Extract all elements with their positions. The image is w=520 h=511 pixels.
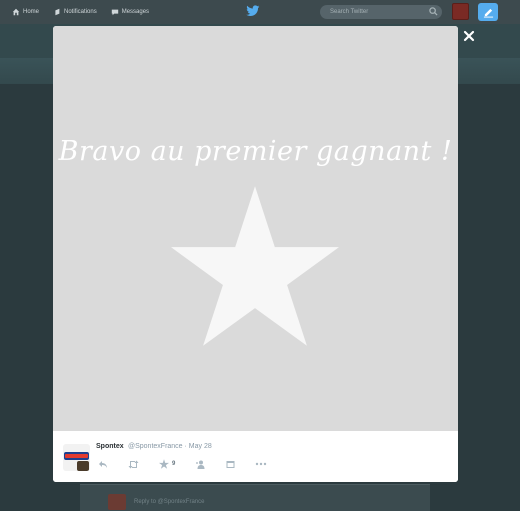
tweet-handle-date[interactable]: @SpontexFrance · May 28 <box>128 443 212 450</box>
top-navigation-bar: Home Notifications Messages Search Twitt… <box>0 0 520 24</box>
reply-icon <box>99 460 107 468</box>
nav-notifications-label: Notifications <box>64 9 97 15</box>
retweet-icon <box>128 460 139 468</box>
tweet-media-image[interactable]: Bravo au premier gagnant ! <box>53 26 458 431</box>
user-avatar[interactable] <box>452 3 469 20</box>
follow-button[interactable] <box>195 460 206 469</box>
media-modal: Bravo au premier gagnant ! Spontex @Spon… <box>53 26 458 482</box>
retweet-button[interactable] <box>128 460 139 469</box>
nav-notifications[interactable]: Notifications <box>53 0 97 24</box>
close-modal-button[interactable] <box>462 30 476 44</box>
messages-icon <box>111 9 118 16</box>
tweet-author-avatar[interactable] <box>63 444 90 471</box>
star-graphic <box>171 186 339 346</box>
background-reply-text: Reply to @SpontexFrance <box>134 499 205 505</box>
search-icon[interactable] <box>429 7 438 16</box>
twitter-bird-icon[interactable] <box>246 5 260 17</box>
background-reply-avatar <box>108 494 126 510</box>
more-button[interactable] <box>255 462 267 466</box>
more-dots-icon <box>256 462 267 466</box>
tweet-actions: 9 <box>98 459 287 469</box>
home-icon <box>12 8 20 16</box>
nav-home-label: Home <box>23 9 40 15</box>
tweet-author-name[interactable]: Spontex <box>96 443 124 450</box>
nav-messages-label: Messages <box>121 9 150 15</box>
reply-button[interactable] <box>98 460 108 469</box>
favorite-star-icon <box>159 459 169 469</box>
nav-messages[interactable]: Messages <box>111 0 149 24</box>
embed-button[interactable] <box>226 460 235 469</box>
search-input[interactable]: Search Twitter <box>320 5 442 19</box>
nav-home[interactable]: Home <box>12 0 39 24</box>
background-reply-box <box>80 484 430 511</box>
favorite-button[interactable]: 9 <box>159 459 175 469</box>
notifications-icon <box>55 8 60 16</box>
follow-icon <box>196 460 205 469</box>
close-icon <box>463 30 475 42</box>
compose-tweet-button[interactable] <box>478 3 498 21</box>
embed-icon <box>226 460 235 468</box>
tweet-footer: Spontex @SpontexFrance · May 28 9 <box>53 431 458 482</box>
compose-icon <box>483 8 493 18</box>
favorite-count: 9 <box>172 461 176 467</box>
media-caption-text: Bravo au premier gagnant ! <box>58 136 453 167</box>
